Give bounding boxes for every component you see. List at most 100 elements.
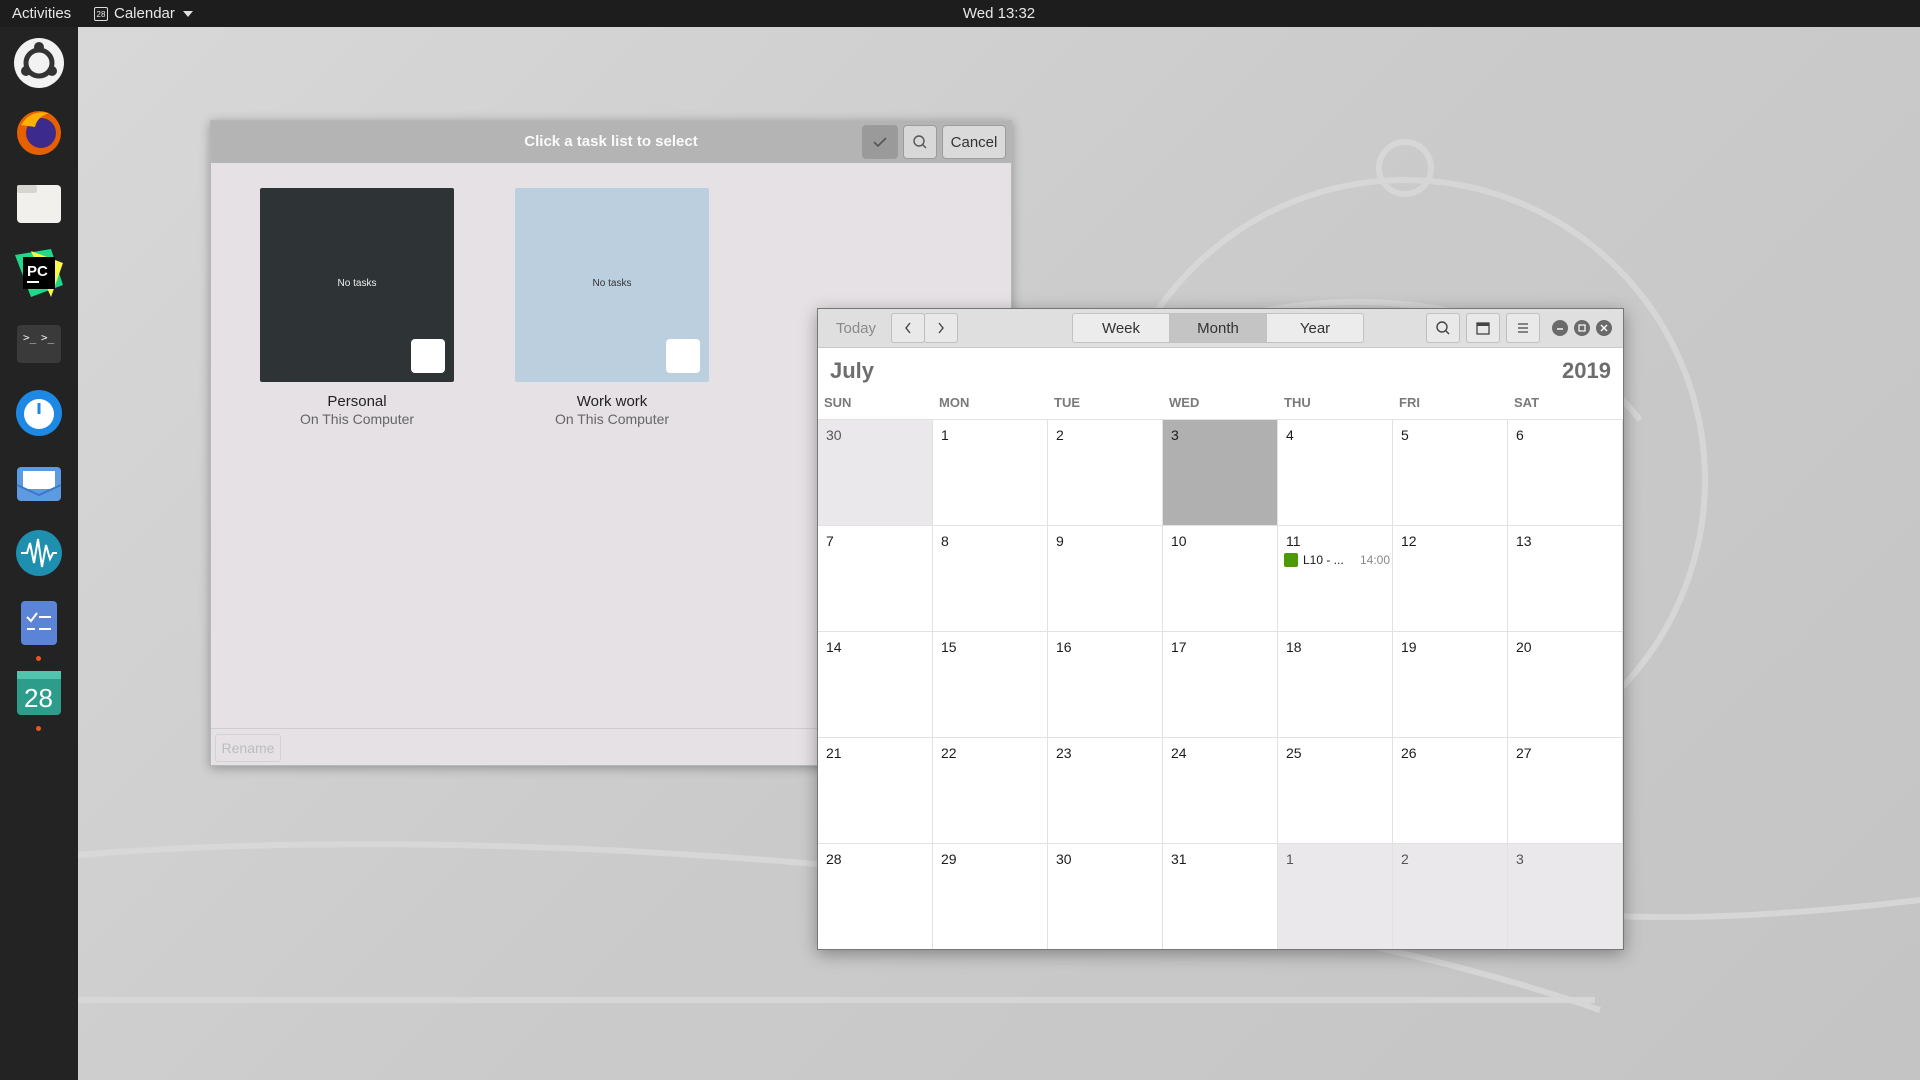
- day-number: 9: [1056, 533, 1064, 549]
- select-checkbox[interactable]: [411, 339, 445, 373]
- day-cell[interactable]: 21: [818, 737, 933, 843]
- day-number: 5: [1401, 427, 1409, 443]
- task-list-name: Work work: [576, 393, 648, 410]
- day-number: 23: [1056, 745, 1072, 761]
- day-number: 30: [826, 427, 842, 443]
- day-cell[interactable]: 29: [933, 843, 1048, 949]
- close-button[interactable]: [1596, 320, 1612, 336]
- next-button[interactable]: [924, 313, 958, 343]
- day-cell[interactable]: 31: [1163, 843, 1278, 949]
- chevron-left-icon: [905, 322, 911, 334]
- task-list-name: Personal: [327, 393, 387, 410]
- day-number: 27: [1516, 745, 1532, 761]
- day-number: 1: [941, 427, 949, 443]
- day-number: 21: [826, 745, 842, 761]
- day-cell[interactable]: 14: [818, 631, 933, 737]
- day-cell[interactable]: 18: [1278, 631, 1393, 737]
- day-cell[interactable]: 3: [1163, 419, 1278, 525]
- day-number: 17: [1171, 639, 1187, 655]
- menu-button[interactable]: [1506, 313, 1540, 343]
- tab-year[interactable]: Year: [1266, 313, 1364, 343]
- search-button[interactable]: [903, 125, 937, 159]
- weekday-label: FRI: [1399, 395, 1420, 410]
- day-cell[interactable]: 1: [1278, 843, 1393, 949]
- search-icon: [1436, 321, 1450, 335]
- clock[interactable]: Wed 13:32: [0, 5, 1920, 22]
- tasks-icon[interactable]: [11, 595, 67, 661]
- minimize-button[interactable]: [1552, 320, 1568, 336]
- day-cell[interactable]: 13: [1508, 525, 1623, 631]
- weekday-label: TUE: [1054, 395, 1080, 410]
- select-confirm-button[interactable]: [862, 125, 898, 159]
- day-number: 13: [1516, 533, 1532, 549]
- day-cell[interactable]: 5: [1393, 419, 1508, 525]
- day-cell[interactable]: 3: [1508, 843, 1623, 949]
- cancel-button[interactable]: Cancel: [942, 125, 1006, 159]
- calendar-management-button[interactable]: [1466, 313, 1500, 343]
- mail-icon[interactable]: [11, 455, 67, 511]
- day-cell[interactable]: 30: [1048, 843, 1163, 949]
- terminal-icon[interactable]: >_ >_: [11, 315, 67, 371]
- year-title: 2019: [1562, 358, 1611, 383]
- task-list-source: On This Computer: [299, 411, 415, 427]
- day-cell[interactable]: 23: [1048, 737, 1163, 843]
- tab-month[interactable]: Month: [1169, 313, 1267, 343]
- day-cell[interactable]: 25: [1278, 737, 1393, 843]
- running-indicator: [36, 656, 41, 661]
- day-cell[interactable]: 27: [1508, 737, 1623, 843]
- day-cell[interactable]: 19: [1393, 631, 1508, 737]
- day-cell[interactable]: 9: [1048, 525, 1163, 631]
- day-cell[interactable]: 30: [818, 419, 933, 525]
- previous-button[interactable]: [891, 313, 925, 343]
- rename-button[interactable]: Rename: [215, 734, 281, 762]
- audio-icon[interactable]: [11, 525, 67, 581]
- day-cell[interactable]: 24: [1163, 737, 1278, 843]
- task-list-tile-work[interactable]: No tasks: [515, 188, 709, 382]
- day-cell[interactable]: 20: [1508, 631, 1623, 737]
- calendar-icon: [1476, 322, 1490, 335]
- event-item[interactable]: L10 - ... 14:00: [1284, 552, 1390, 568]
- day-cell[interactable]: 10: [1163, 525, 1278, 631]
- day-number: 2: [1056, 427, 1064, 443]
- day-cell[interactable]: 8: [933, 525, 1048, 631]
- ubuntu-icon[interactable]: [11, 35, 67, 91]
- day-number: 3: [1516, 851, 1524, 867]
- task-list-status: No tasks: [337, 278, 377, 289]
- task-list-tile-personal[interactable]: No tasks: [260, 188, 454, 382]
- maximize-button[interactable]: [1574, 320, 1590, 336]
- day-cell[interactable]: 6: [1508, 419, 1623, 525]
- select-checkbox[interactable]: [666, 339, 700, 373]
- files-icon[interactable]: [11, 175, 67, 231]
- calendar-window: Today Week Month Year July 2019 SUN MON TU…: [817, 308, 1624, 950]
- day-cell[interactable]: 28: [818, 843, 933, 949]
- day-cell[interactable]: 15: [933, 631, 1048, 737]
- day-cell[interactable]: 16: [1048, 631, 1163, 737]
- day-number: 28: [826, 851, 842, 867]
- dialog-header: Click a task list to select Cancel: [211, 121, 1011, 163]
- day-cell[interactable]: 12: [1393, 525, 1508, 631]
- day-cell[interactable]: 7: [818, 525, 933, 631]
- day-cell[interactable]: 11 L10 - ... 14:00: [1278, 525, 1393, 631]
- checkmark-icon: [873, 137, 887, 148]
- calendar-icon[interactable]: 28: [11, 665, 67, 731]
- month-title: July: [830, 358, 875, 383]
- day-number: 30: [1056, 851, 1072, 867]
- day-cell[interactable]: 1: [933, 419, 1048, 525]
- day-cell[interactable]: 22: [933, 737, 1048, 843]
- day-cell[interactable]: 17: [1163, 631, 1278, 737]
- day-number: 24: [1171, 745, 1187, 761]
- day-cell[interactable]: 2: [1048, 419, 1163, 525]
- day-cell[interactable]: 4: [1278, 419, 1393, 525]
- maximize-icon: [1578, 324, 1586, 332]
- today-button[interactable]: Today: [824, 313, 888, 343]
- timer-icon[interactable]: [11, 385, 67, 441]
- pycharm-icon[interactable]: PC: [11, 245, 67, 301]
- firefox-icon[interactable]: [11, 105, 67, 161]
- day-cell[interactable]: 2: [1393, 843, 1508, 949]
- svg-text:>_: >_: [23, 331, 37, 344]
- search-button[interactable]: [1426, 313, 1460, 343]
- task-list-status: No tasks: [592, 278, 632, 289]
- day-cell[interactable]: 26: [1393, 737, 1508, 843]
- svg-text:>_: >_: [41, 331, 55, 344]
- tab-week[interactable]: Week: [1072, 313, 1170, 343]
